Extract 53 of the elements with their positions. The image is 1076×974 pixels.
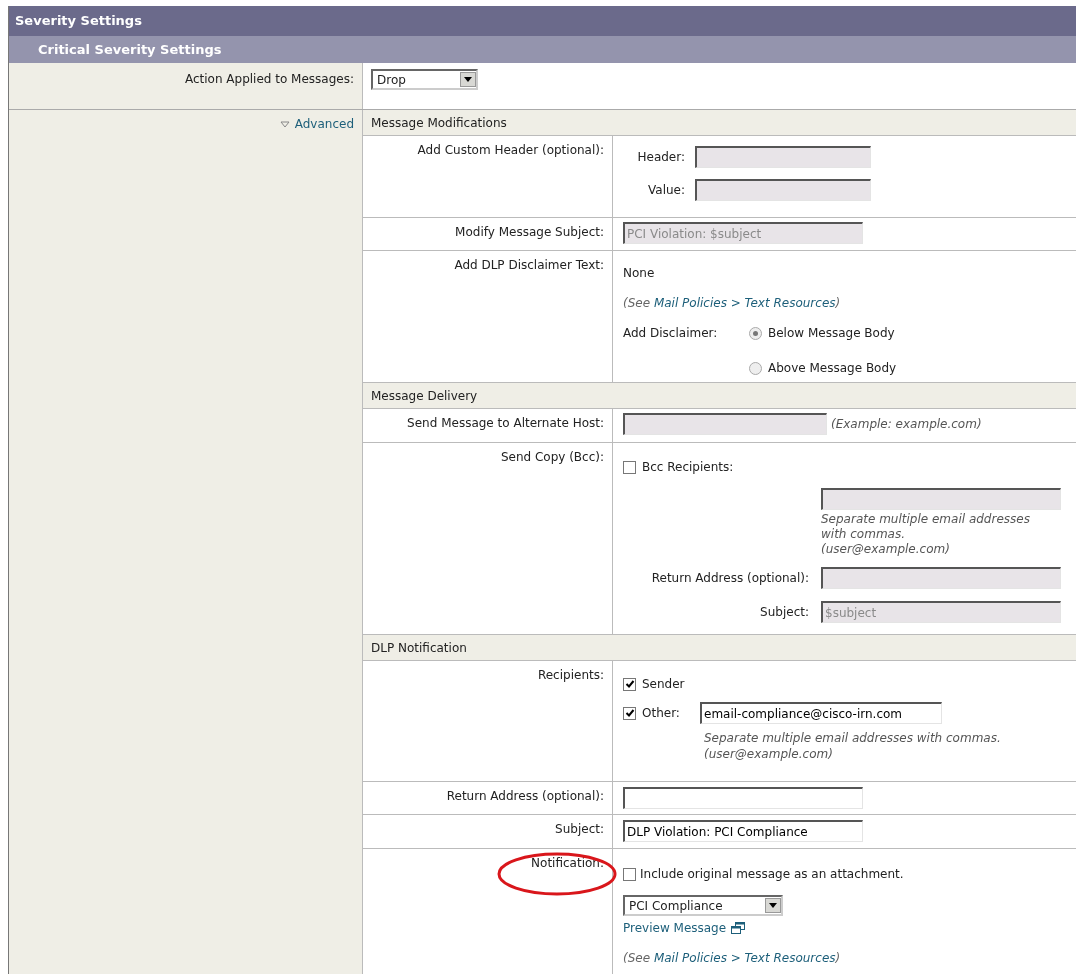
popup-window-icon [731,922,746,934]
disclaimer-value: None [623,265,656,282]
caret-icon [765,898,781,913]
checkbox[interactable] [623,677,636,691]
field-label: Header: [636,149,685,166]
section-header: Message Delivery [363,383,1076,409]
field-label: Send Message to Alternate Host: [407,415,604,432]
hint-text: (Example: example.com) [831,416,982,433]
hint-text: Separate multiple email addresses with commas. [821,512,1031,542]
caret-icon [460,72,476,87]
field-label: Return Address (optional): [650,570,809,587]
checkbox-label: Other: [642,705,681,722]
checkbox[interactable] [623,460,636,474]
field-label: Value: [647,182,685,199]
field-label: Subject: [759,604,809,621]
checkbox[interactable] [623,706,636,720]
hint-text: (user@example.com) [704,746,833,762]
radio-label: Below Message Body [768,325,895,342]
text-field[interactable]: email-compliance@cisco-irn.com [700,702,942,724]
dropdown[interactable]: PCI Compliance [623,895,783,916]
section-header: DLP Notification [363,635,1076,661]
resource-note: (See Mail Policies > Text Resources) [623,295,842,312]
triangle-icon [279,120,290,128]
checkbox-label: Include original message as an attachment. [640,866,904,883]
field-label: Recipients: [537,667,604,684]
field-label: Add DLP Disclaimer Text: [454,257,604,274]
field-label: Return Address (optional): [446,788,604,805]
text-field[interactable] [623,787,863,809]
text-resources-link[interactable]: Mail Policies > Text Resources [653,296,836,310]
hint-text: (user@example.com) [821,542,951,557]
field-label: Modify Message Subject: [455,224,604,241]
radio-button[interactable] [749,326,762,340]
checkbox-label: Sender [642,676,685,693]
text-resources-link[interactable]: Mail Policies > Text Resources [653,951,836,965]
panel-title: Severity Settings [9,6,1076,36]
subpanel-title: Critical Severity Settings [9,36,1076,63]
checkbox-label: Bcc Recipients: [642,459,734,476]
radio-button[interactable] [749,361,762,375]
advanced-toggle[interactable]: Advanced [279,116,354,132]
field-label: Add Disclaimer: [623,325,719,342]
field-label: Add Custom Header (optional): [417,142,604,159]
field-label: Notification: [531,855,604,872]
field-label: Action Applied to Messages: [184,71,354,88]
radio-label: Above Message Body [768,360,897,377]
field-label: Send Copy (Bcc): [500,449,604,466]
resource-note: (See Mail Policies > Text Resources) [623,950,842,967]
preview-message-link[interactable]: Preview Message [623,919,727,937]
checkbox[interactable] [623,867,636,881]
hint-text: Separate multiple email addresses with commas. [704,730,1002,746]
section-header: Message Modifications [363,110,1076,136]
dropdown[interactable]: Drop [371,69,478,90]
field-label: Subject: [555,821,604,838]
text-field[interactable]: DLP Violation: PCI Compliance [623,820,863,842]
